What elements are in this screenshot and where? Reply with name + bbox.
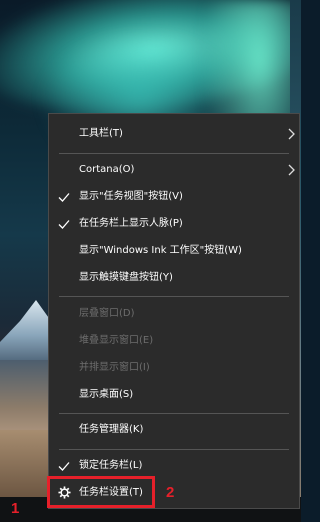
- menu-item-label: 显示"Windows Ink 工作区"按钮(W): [79, 245, 242, 256]
- checkmark-icon: [58, 220, 70, 229]
- menu-item-label: 工具栏(T): [79, 128, 123, 139]
- menu-item-label: 锁定任务栏(L): [79, 460, 143, 471]
- menu-item-label: 显示桌面(S): [79, 389, 134, 400]
- menu-item-show-people[interactable]: 在任务栏上显示人脉(P): [49, 211, 299, 237]
- taskbar-context-menu: 工具栏(T) Cortana(O) 显示"任务视图"按钮(V) 在任务栏上显示人…: [48, 113, 300, 509]
- menu-item-show-windows-ink[interactable]: 显示"Windows Ink 工作区"按钮(W): [49, 238, 299, 264]
- step-1-marker: 1: [11, 500, 20, 517]
- menu-separator: [59, 413, 289, 414]
- chevron-right-icon: [288, 164, 295, 176]
- menu-item-label: 堆叠显示窗口(E): [79, 335, 154, 346]
- checkmark-icon: [58, 193, 70, 202]
- menu-item-label: 层叠窗口(D): [79, 308, 135, 319]
- menu-item-show-desktop[interactable]: 显示桌面(S): [49, 382, 299, 408]
- menu-separator: [59, 296, 289, 297]
- menu-item-label: 在任务栏上显示人脉(P): [79, 218, 183, 229]
- menu-item-task-manager[interactable]: 任务管理器(K): [49, 417, 299, 443]
- chevron-right-icon: [288, 128, 295, 140]
- menu-item-label: 任务管理器(K): [79, 424, 144, 435]
- menu-item-show-touch-keyboard[interactable]: 显示触摸键盘按钮(Y): [49, 265, 299, 291]
- menu-item-label: 并排显示窗口(I): [79, 362, 150, 373]
- menu-item-label: 显示触摸键盘按钮(Y): [79, 272, 173, 283]
- menu-item-label: 显示"任务视图"按钮(V): [79, 191, 183, 202]
- menu-item-cortana[interactable]: Cortana(O): [49, 157, 299, 183]
- menu-separator: [59, 449, 289, 450]
- step-2-marker: 2: [166, 484, 175, 501]
- menu-item-toolbars[interactable]: 工具栏(T): [49, 121, 299, 147]
- menu-item-side-by-side-windows: 并排显示窗口(I): [49, 355, 299, 381]
- menu-item-label: Cortana(O): [79, 164, 135, 175]
- menu-separator: [59, 153, 289, 154]
- menu-item-stack-windows: 堆叠显示窗口(E): [49, 328, 299, 354]
- menu-item-show-task-view[interactable]: 显示"任务视图"按钮(V): [49, 184, 299, 210]
- highlight-box-taskbar-settings: [47, 476, 155, 508]
- menu-item-cascade-windows: 层叠窗口(D): [49, 301, 299, 327]
- checkmark-icon: [58, 462, 70, 471]
